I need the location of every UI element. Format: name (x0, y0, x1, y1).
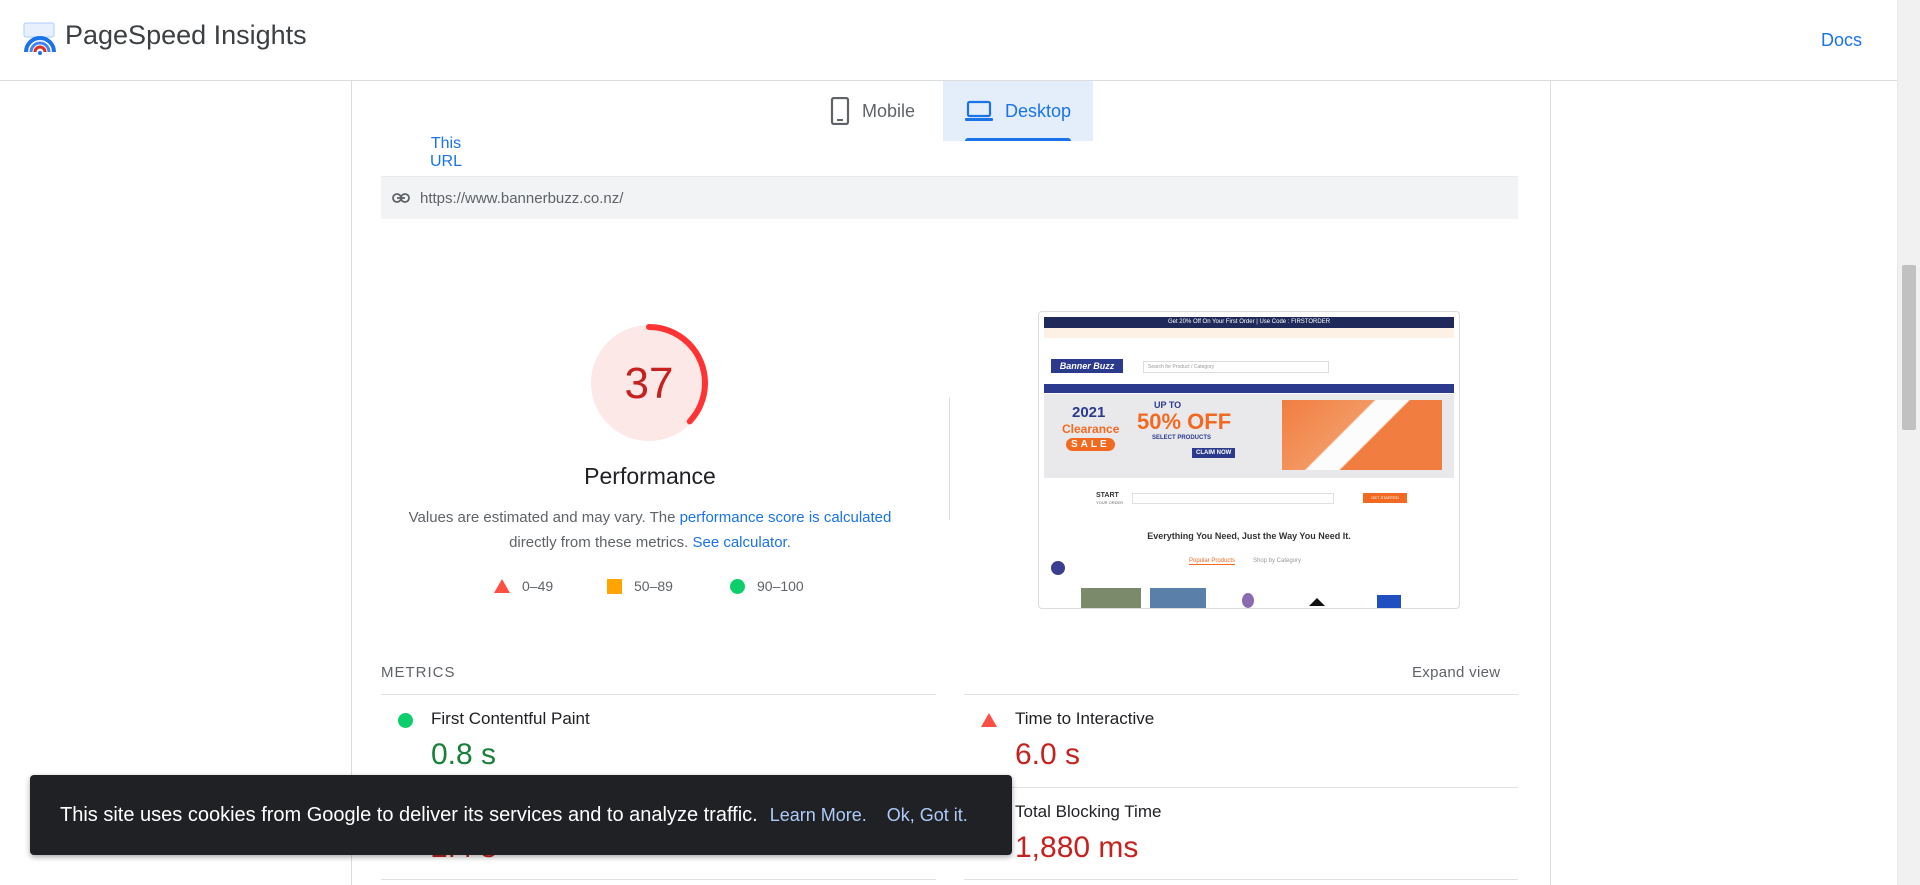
metric-tbt-value: 1,880 ms (1015, 831, 1139, 864)
shot-product-5 (1377, 595, 1401, 608)
shot-start-sub: YOUR ORDER (1096, 500, 1124, 505)
shot-product-1 (1081, 588, 1141, 608)
performance-score: 37 (624, 359, 674, 408)
phone-icon (830, 97, 850, 125)
page-scrollbar[interactable] (1897, 0, 1920, 885)
shot-subbar (1044, 328, 1454, 338)
legend-good-label: 90–100 (757, 578, 804, 594)
legend-average: 50–89 (607, 578, 673, 594)
shot-search: Search for Product / Category (1143, 361, 1329, 373)
shot-product-4 (1309, 598, 1325, 606)
metrics-divider (964, 787, 1518, 788)
good-circle-icon (398, 713, 413, 728)
active-tab-indicator (965, 138, 1071, 141)
metrics-divider (381, 694, 936, 695)
square-icon (607, 578, 622, 594)
legend-good: 90–100 (730, 578, 804, 594)
note-text: Values are estimated and may vary. The (408, 509, 680, 526)
shot-order-form (1132, 493, 1334, 504)
shot-hero-select: SELECT PRODUCTS (1152, 435, 1212, 441)
shot-product-3 (1242, 593, 1254, 608)
shot-chat-icon (1051, 561, 1065, 575)
metric-tti-value: 6.0 s (1015, 738, 1081, 771)
shot-start: START (1096, 492, 1119, 499)
shot-get-started: GET STARTED (1363, 493, 1407, 503)
device-tabs: Mobile Desktop (0, 81, 1898, 141)
shot-hero-clearance: Clearance (1062, 422, 1120, 436)
shot-hero-year: 2021 (1072, 404, 1106, 421)
analyzed-url[interactable]: https://www.bannerbuzz.co.nz/ (420, 190, 623, 207)
docs-link[interactable]: Docs (1821, 30, 1862, 51)
shot-promo-bar: Get 20% Off On Your First Order | Use Co… (1044, 317, 1454, 328)
shot-hero-banners (1282, 400, 1442, 470)
metric-fcp-value: 0.8 s (431, 738, 497, 771)
shot-hero-offer: 50% OFF (1137, 409, 1232, 434)
top-app-bar: PageSpeed Insights Docs (0, 0, 1898, 81)
shot-logo: Banner Buzz (1051, 359, 1123, 373)
metric-tbt-label: Total Blocking Time (1015, 802, 1162, 821)
shot-product-2 (1150, 588, 1206, 608)
app-title[interactable]: PageSpeed Insights (65, 20, 307, 51)
cookie-message: This site uses cookies from Google to de… (60, 803, 758, 826)
note-text-2: directly from these metrics. (509, 534, 693, 551)
tab-desktop[interactable]: Desktop (943, 81, 1093, 141)
scrollbar-thumb[interactable] (1902, 265, 1916, 430)
metrics-divider (381, 879, 936, 880)
shot-hero: 2021 Clearance SALE UP TO 50% OFF SELECT… (1044, 394, 1454, 478)
cookie-banner: This site uses cookies from Google to de… (30, 775, 1012, 855)
section-divider (949, 398, 950, 520)
tab-mobile-label: Mobile (862, 100, 916, 121)
link-icon (392, 193, 410, 203)
score-calculated-link[interactable]: performance score is calculated (680, 509, 892, 526)
learn-more-link[interactable]: Learn More. (770, 805, 867, 826)
metrics-divider (964, 879, 1518, 880)
pagespeed-logo-icon[interactable] (22, 22, 58, 56)
url-bar: https://www.bannerbuzz.co.nz/ (381, 176, 1518, 219)
shot-hero-cta: CLAIM NOW (1192, 448, 1236, 458)
poor-triangle-icon (981, 713, 997, 727)
shot-tab2: Shop by Category (1253, 558, 1302, 564)
circle-icon (730, 578, 745, 594)
metric-tti-label: Time to Interactive (1015, 709, 1155, 728)
legend-poor-label: 0–49 (522, 578, 554, 594)
triangle-icon (494, 579, 510, 593)
shot-tab1: Popular Products (1189, 558, 1236, 565)
legend-poor: 0–49 (494, 578, 553, 594)
tab-desktop-label: Desktop (1004, 100, 1072, 121)
legend-average-label: 50–89 (634, 578, 673, 594)
see-calculator-link[interactable]: See calculator. (692, 534, 790, 551)
performance-title: Performance (584, 463, 716, 489)
metric-fcp-label: First Contentful Paint (431, 709, 590, 728)
shot-hero-sale: SALE (1066, 438, 1115, 451)
laptop-icon (964, 100, 993, 121)
shot-nav (1044, 384, 1454, 393)
expand-view-button[interactable]: Expand view (1412, 664, 1500, 681)
metrics-divider (964, 694, 1518, 695)
final-screenshot: Get 20% Off On Your First Order | Use Co… (1038, 311, 1460, 609)
tab-mobile[interactable]: Mobile (826, 81, 948, 141)
performance-note: Values are estimated and may vary. The p… (400, 505, 900, 555)
metrics-heading: METRICS (381, 664, 456, 681)
cookie-ok-button[interactable]: Ok, Got it. (887, 805, 968, 826)
shot-tagline: Everything You Need, Just the Way You Ne… (1147, 531, 1351, 541)
